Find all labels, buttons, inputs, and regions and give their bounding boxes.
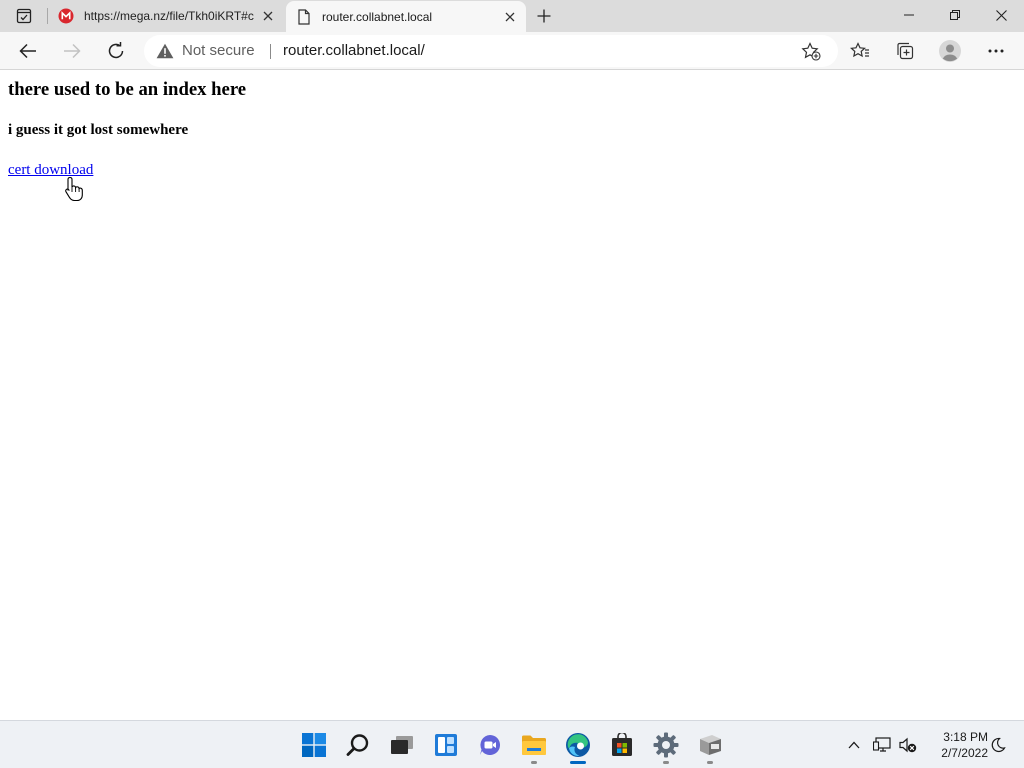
minimize-button[interactable]	[886, 0, 932, 30]
page-content: there used to be an index here i guess i…	[0, 71, 1024, 720]
file-explorer-icon	[522, 735, 546, 755]
address-bar[interactable]: Not secure router.collabnet.local/	[144, 35, 838, 67]
volume-button[interactable]	[898, 735, 918, 755]
clock[interactable]: 3:18 PM 2/7/2022	[924, 729, 988, 761]
clock-time: 3:18 PM	[943, 730, 988, 744]
store-icon	[612, 733, 632, 756]
star-plus-icon	[801, 41, 821, 61]
forward-arrow-icon	[64, 43, 81, 59]
avatar-icon	[939, 40, 961, 62]
new-tab-button[interactable]	[532, 5, 556, 27]
address-divider	[270, 44, 271, 59]
start-button[interactable]	[296, 727, 332, 763]
restore-button[interactable]	[932, 0, 978, 30]
url-text[interactable]: router.collabnet.local/	[283, 42, 425, 59]
running-indicator	[531, 761, 537, 764]
edge-icon	[566, 733, 590, 757]
settings-button[interactable]	[648, 727, 684, 764]
hand-cursor-icon	[65, 176, 83, 202]
tab-title: router.collabnet.local	[322, 9, 433, 24]
security-label[interactable]: Not secure	[182, 42, 255, 59]
store-button[interactable]	[604, 727, 640, 763]
tab-router[interactable]: router.collabnet.local	[286, 1, 526, 32]
back-button[interactable]	[13, 37, 43, 65]
app-icon	[700, 735, 721, 755]
back-arrow-icon	[19, 43, 36, 59]
favorites-button[interactable]	[845, 37, 875, 65]
forward-button[interactable]	[57, 37, 87, 65]
widgets-icon	[435, 734, 457, 756]
taskbar: 3:18 PM 2/7/2022	[0, 720, 1024, 768]
refresh-icon	[108, 42, 124, 59]
app-button[interactable]	[692, 727, 728, 764]
edge-button[interactable]	[560, 727, 596, 764]
page-icon	[296, 8, 312, 25]
close-icon	[263, 11, 273, 21]
add-favorite-button[interactable]	[800, 41, 822, 61]
chat-button[interactable]	[472, 727, 508, 763]
close-icon	[995, 9, 1007, 21]
close-icon	[505, 12, 515, 21]
warning-icon[interactable]	[156, 43, 174, 59]
collections-button[interactable]	[890, 37, 920, 65]
more-options-icon	[988, 49, 1004, 53]
profile-button[interactable]	[935, 37, 965, 65]
settings-icon	[653, 732, 679, 758]
notifications-button[interactable]	[988, 735, 1008, 755]
running-indicator	[707, 761, 713, 764]
close-window-button[interactable]	[978, 0, 1024, 30]
tab-close-button[interactable]	[258, 6, 278, 26]
tab-strip: https://mega.nz/file/Tkh0iKRT#c router.c…	[0, 0, 1024, 32]
volume-muted-icon	[899, 737, 917, 753]
tab-mega[interactable]: https://mega.nz/file/Tkh0iKRT#c	[48, 0, 284, 32]
tab-close-button[interactable]	[500, 7, 520, 27]
restore-icon	[950, 10, 960, 20]
page-subheading: i guess it got lost somewhere	[8, 122, 189, 138]
tab-actions-icon	[16, 8, 32, 24]
chat-icon	[480, 735, 500, 755]
search-button[interactable]	[340, 727, 376, 763]
show-hidden-icons-button[interactable]	[844, 735, 864, 755]
network-button[interactable]	[872, 735, 892, 755]
collections-icon	[897, 42, 914, 60]
running-indicator	[663, 761, 669, 764]
active-indicator	[570, 761, 586, 764]
task-view-icon	[391, 736, 413, 754]
widgets-button[interactable]	[428, 727, 464, 763]
browser-toolbar: Not secure router.collabnet.local/	[0, 32, 1024, 70]
start-icon	[302, 733, 326, 757]
tab-title: https://mega.nz/file/Tkh0iKRT#c	[84, 9, 254, 23]
settings-menu-button[interactable]	[981, 37, 1011, 65]
refresh-button[interactable]	[101, 37, 131, 65]
moon-icon	[991, 737, 1006, 752]
tab-actions-button[interactable]	[10, 6, 38, 26]
minimize-icon	[904, 14, 914, 16]
task-view-button[interactable]	[384, 727, 420, 763]
clock-date: 2/7/2022	[941, 746, 988, 760]
page-heading: there used to be an index here	[8, 79, 247, 100]
network-icon	[873, 737, 891, 752]
search-icon	[346, 734, 369, 756]
plus-icon	[537, 9, 551, 23]
mega-icon	[58, 8, 74, 24]
favorites-icon	[850, 42, 869, 58]
file-explorer-button[interactable]	[516, 727, 552, 764]
chevron-up-icon	[848, 741, 860, 749]
